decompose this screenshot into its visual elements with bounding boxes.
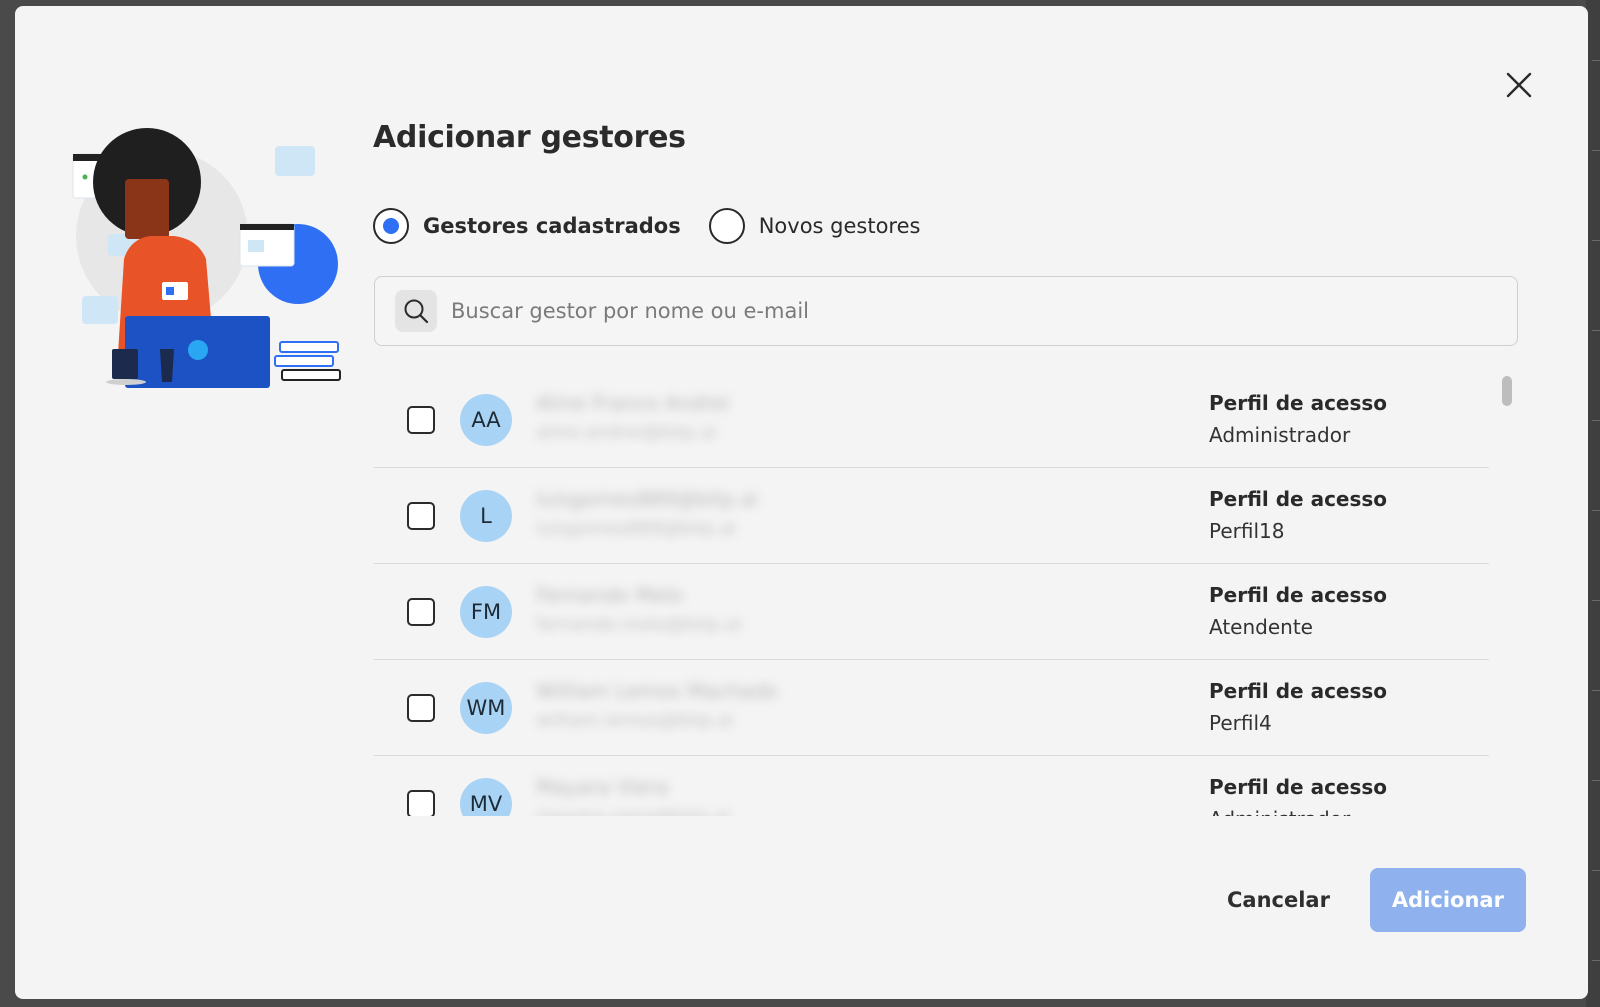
profile-block: Perfil de acesso Administrador bbox=[1209, 388, 1387, 452]
manager-email: william.lemos@bitp.ai bbox=[536, 710, 734, 731]
manager-identity: Fernando Melo fernando.melo@bitp.ai bbox=[536, 580, 741, 640]
list-scrollbar[interactable] bbox=[1500, 372, 1512, 816]
profile-value: Atendente bbox=[1209, 615, 1313, 639]
close-icon bbox=[1506, 72, 1532, 98]
manager-name: Mayara Viera bbox=[536, 775, 669, 799]
profile-label: Perfil de acesso bbox=[1209, 679, 1388, 703]
profile-label: Perfil de acesso bbox=[1209, 487, 1388, 511]
manager-identity: luisgomes889@bitp.ai luisgomes889@bitp.a… bbox=[536, 484, 758, 544]
avatar: AA bbox=[460, 394, 512, 446]
person-at-laptop-illustration bbox=[72, 128, 341, 388]
cancel-button[interactable]: Cancelar bbox=[1205, 868, 1352, 932]
manager-checkbox[interactable] bbox=[407, 406, 435, 434]
manager-identity: Aline Franco Andrei aline.andrei@bitp.ai bbox=[536, 388, 730, 448]
radio-label: Novos gestores bbox=[758, 214, 921, 238]
radio-selected-icon bbox=[373, 208, 409, 244]
manager-email: luisgomes889@bitp.ai bbox=[536, 518, 737, 539]
radio-gestores-cadastrados[interactable]: Gestores cadastrados bbox=[373, 208, 681, 244]
avatar: FM bbox=[460, 586, 512, 638]
radio-unselected-icon bbox=[708, 208, 745, 244]
manager-type-radio-group: Gestores cadastrados Novos gestores bbox=[373, 208, 948, 244]
profile-value: Perfil4 bbox=[1209, 711, 1272, 735]
manager-identity: William Lemos Machado william.lemos@bitp… bbox=[536, 676, 778, 736]
avatar: L bbox=[460, 490, 512, 542]
radio-novos-gestores[interactable]: Novos gestores bbox=[708, 208, 921, 244]
profile-label: Perfil de acesso bbox=[1209, 775, 1388, 799]
manager-identity: Mayara Viera mayara.viera@bitp.ai bbox=[536, 772, 730, 816]
manager-row: L luisgomes889@bitp.ai luisgomes889@bitp… bbox=[374, 468, 1489, 564]
profile-label: Perfil de acesso bbox=[1209, 391, 1388, 415]
manager-email: fernando.melo@bitp.ai bbox=[536, 614, 742, 635]
profile-label: Perfil de acesso bbox=[1209, 583, 1388, 607]
search-input[interactable] bbox=[449, 298, 1453, 324]
manager-checkbox[interactable] bbox=[407, 790, 435, 816]
add-button[interactable]: Adicionar bbox=[1369, 868, 1526, 932]
profile-value: Administrador bbox=[1209, 423, 1351, 447]
profile-value: Perfil18 bbox=[1209, 519, 1285, 543]
add-managers-modal: Adicionar gestores Gestores cadastrados … bbox=[15, 6, 1588, 999]
profile-value: Administrador bbox=[1209, 802, 1387, 816]
manager-name: Aline Franco Andrei bbox=[536, 391, 730, 415]
manager-checkbox[interactable] bbox=[407, 502, 435, 530]
avatar: WM bbox=[460, 682, 512, 734]
search-icon bbox=[395, 290, 437, 332]
managers-list: AA Aline Franco Andrei aline.andrei@bitp… bbox=[374, 372, 1489, 816]
manager-row: AA Aline Franco Andrei aline.andrei@bitp… bbox=[374, 372, 1489, 468]
profile-block: Perfil de acesso Atendente bbox=[1209, 580, 1387, 644]
manager-name: Fernando Melo bbox=[536, 583, 683, 607]
search-field bbox=[374, 276, 1518, 346]
manager-email: mayara.viera@bitp.ai bbox=[536, 802, 730, 816]
manager-checkbox[interactable] bbox=[407, 598, 435, 626]
backdrop bbox=[1586, 0, 1600, 1007]
radio-label: Gestores cadastrados bbox=[423, 214, 681, 238]
manager-email: aline.andrei@bitp.ai bbox=[536, 422, 717, 443]
manager-row: FM Fernando Melo fernando.melo@bitp.ai P… bbox=[374, 564, 1489, 660]
close-button[interactable] bbox=[1497, 63, 1541, 107]
scrollbar-thumb[interactable] bbox=[1502, 376, 1512, 406]
manager-name: William Lemos Machado bbox=[536, 679, 778, 703]
manager-row: MV Mayara Viera mayara.viera@bitp.ai Per… bbox=[374, 756, 1489, 816]
manager-row: WM William Lemos Machado william.lemos@b… bbox=[374, 660, 1489, 756]
manager-checkbox[interactable] bbox=[407, 694, 435, 722]
avatar: MV bbox=[460, 778, 512, 816]
manager-name: luisgomes889@bitp.ai bbox=[536, 487, 759, 511]
modal-footer: Cancelar Adicionar bbox=[1205, 868, 1526, 932]
profile-block: Perfil de acesso Perfil18 bbox=[1209, 484, 1387, 548]
profile-block: Perfil de acesso Administrador bbox=[1209, 772, 1387, 816]
modal-title: Adicionar gestores bbox=[373, 120, 686, 155]
profile-block: Perfil de acesso Perfil4 bbox=[1209, 676, 1387, 740]
